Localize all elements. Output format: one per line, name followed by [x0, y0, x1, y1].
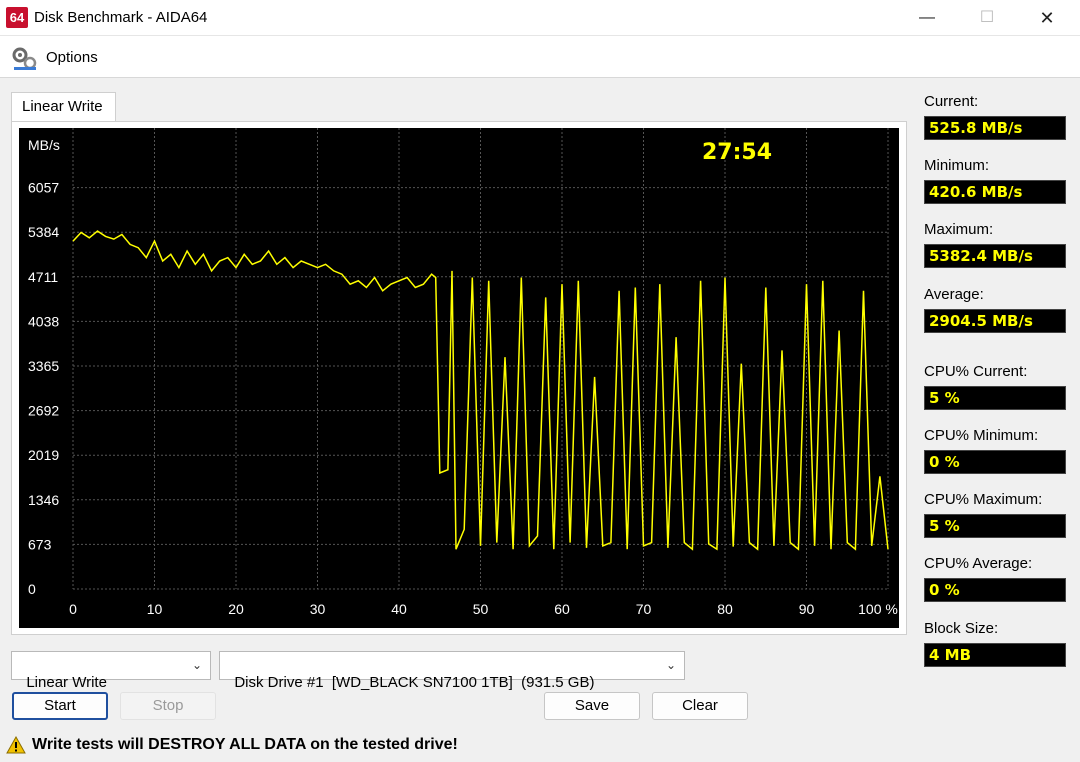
window-title: Disk Benchmark - AIDA64 — [34, 9, 208, 26]
x-tick-label: 0 — [69, 601, 77, 617]
cpu-minimum-value: 0 % — [924, 450, 1066, 474]
maximize-button[interactable]: ☐ — [964, 0, 1010, 36]
maximum-label: Maximum: — [924, 221, 994, 238]
average-label: Average: — [924, 286, 984, 303]
x-tick-label: 20 — [228, 601, 244, 617]
menu-bar: Options — [0, 36, 1080, 78]
tab-linear-write[interactable]: Linear Write — [11, 92, 116, 122]
save-button[interactable]: Save — [544, 692, 640, 720]
options-gear-icon[interactable] — [10, 43, 40, 73]
drive-select[interactable]: Disk Drive #1 [WD_BLACK SN7100 1TB] (931… — [219, 651, 685, 691]
y-tick-label: 2019 — [28, 447, 59, 463]
maximum-value: 5382.4 MB/s — [924, 244, 1066, 268]
chevron-down-icon: ⌄ — [665, 658, 676, 672]
start-button[interactable]: Start — [12, 692, 108, 720]
stop-button[interactable]: Stop — [120, 692, 216, 720]
elapsed-timer: 27:54 — [702, 140, 772, 165]
x-tick-label: 50 — [473, 601, 489, 617]
cpu-current-value: 5 % — [924, 386, 1066, 410]
x-tick-label: 90 — [799, 601, 815, 617]
minimum-label: Minimum: — [924, 157, 990, 174]
cpu-maximum-label: CPU% Maximum: — [924, 491, 1043, 508]
drive-value: Disk Drive #1 [WD_BLACK SN7100 1TB] (931… — [234, 674, 595, 691]
x-tick-label: 60 — [554, 601, 570, 617]
x-tick-label: 30 — [310, 601, 326, 617]
y-tick-label: 6057 — [28, 180, 59, 196]
chart-svg: 0 10 20 30 40 50 60 70 80 90 100 % 6057 5384 4711 4038… — [28, 128, 898, 617]
y-tick-label: 4711 — [28, 269, 58, 285]
benchmark-chart: 0 10 20 30 40 50 60 70 80 90 100 % 6057 5384 4711 4038… — [19, 128, 899, 628]
chevron-down-icon: ⌄ — [191, 658, 202, 672]
cpu-current-label: CPU% Current: — [924, 363, 1028, 380]
average-value: 2904.5 MB/s — [924, 309, 1066, 333]
minimum-value: 420.6 MB/s — [924, 180, 1066, 204]
title-bar: 64 Disk Benchmark - AIDA64 — ☐ ✕ — [0, 0, 1080, 36]
block-size-label: Block Size: — [924, 620, 999, 637]
clear-button[interactable]: Clear — [652, 692, 748, 720]
y-tick-label: 3365 — [28, 358, 59, 374]
x-tick-label: 40 — [391, 601, 407, 617]
aida64-logo-icon: 64 — [6, 7, 28, 28]
current-value: 525.8 MB/s — [924, 116, 1066, 140]
warning-icon — [6, 736, 26, 754]
cpu-average-label: CPU% Average: — [924, 555, 1033, 572]
x-tick-label: 70 — [636, 601, 652, 617]
y-axis-label: MB/s — [28, 137, 60, 153]
y-tick-label: 673 — [28, 536, 52, 552]
x-tick-label: 80 — [717, 601, 733, 617]
y-tick-label: 1346 — [28, 492, 59, 508]
options-menu[interactable]: Options — [46, 49, 98, 66]
close-button[interactable]: ✕ — [1024, 0, 1070, 36]
test-type-value: Linear Write — [26, 674, 107, 691]
minimize-button[interactable]: — — [904, 0, 950, 36]
warning-text: Write tests will DESTROY ALL DATA on the… — [32, 736, 458, 753]
block-size-value: 4 MB — [924, 643, 1066, 667]
x-tick-label: 10 — [147, 601, 163, 617]
y-tick-label: 0 — [28, 581, 36, 597]
y-tick-label: 5384 — [28, 224, 59, 240]
cpu-maximum-value: 5 % — [924, 514, 1066, 538]
y-tick-label: 4038 — [28, 313, 59, 329]
x-tick-label: 100 % — [858, 601, 898, 617]
current-label: Current: — [924, 93, 979, 110]
test-type-select[interactable]: Linear Write ⌄ — [11, 651, 211, 691]
cpu-average-value: 0 % — [924, 578, 1066, 602]
cpu-minimum-label: CPU% Minimum: — [924, 427, 1039, 444]
y-tick-label: 2692 — [28, 403, 59, 419]
